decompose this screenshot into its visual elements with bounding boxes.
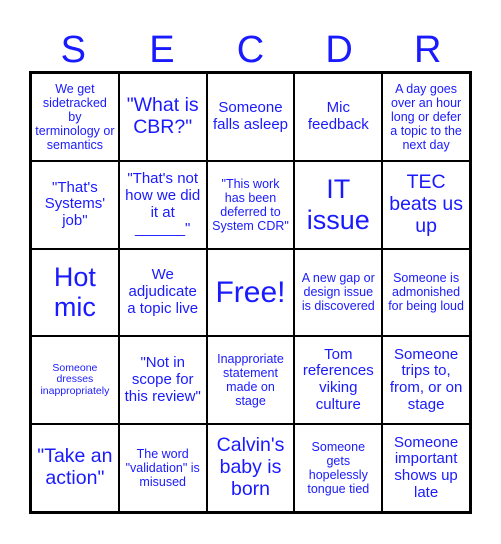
cell-text: Inapproriate statement made on stage [217, 352, 284, 409]
bingo-cell[interactable]: Mic feedback [294, 73, 383, 161]
bingo-cell[interactable]: Someone falls asleep [206, 73, 295, 161]
cell-text: A day goes over an hour long or defer a … [390, 81, 462, 152]
bingo-cell[interactable]: "This work has been deferred to System C… [206, 160, 295, 249]
cell-text: Calvin's baby is born [216, 434, 285, 500]
bingo-cell[interactable]: "That's not how we did it at ______" [118, 160, 207, 249]
cell-text: "This work has been deferred to System C… [212, 176, 289, 233]
cell-text: TEC beats us up [389, 170, 463, 237]
cell-text: "Not in scope for this review" [124, 354, 201, 405]
cell-text: Free! [215, 275, 286, 309]
bingo-header: S E C D R [29, 28, 472, 72]
bingo-cell[interactable]: "What is CBR?" [118, 73, 207, 161]
cell-text: "Take an action" [37, 445, 113, 490]
cell-text: Someone dresses inappropriately [40, 361, 110, 398]
cell-text: We adjudicate a topic live [127, 266, 199, 317]
cell-text: Tom references viking culture [302, 345, 374, 414]
bingo-cell[interactable]: TEC beats us up [382, 160, 470, 249]
bingo-cell[interactable]: A new gap or design issue is discovered [294, 248, 383, 337]
bingo-cell[interactable]: "Take an action" [31, 424, 119, 512]
bingo-cell[interactable]: IT issue [294, 160, 383, 249]
bingo-cell[interactable]: The word "validation" is misused [118, 424, 207, 512]
cell-text: Someone trips to, from, or on stage [389, 345, 463, 414]
cell-text: Someone gets hopelessly tongue tied [307, 440, 370, 497]
cell-text: "That's not how we did it at ______" [125, 170, 201, 238]
bingo-cell[interactable]: A day goes over an hour long or defer a … [382, 73, 470, 161]
bingo-cell[interactable]: Someone important shows up late [382, 424, 470, 512]
cell-text: The word "validation" is misused [125, 447, 200, 490]
header-letter-c: C [236, 29, 265, 71]
bingo-cell[interactable]: Someone trips to, from, or on stage [382, 336, 470, 425]
bingo-cell[interactable]: "That's Systems' job" [31, 160, 119, 249]
bingo-cell[interactable]: Calvin's baby is born [206, 424, 295, 512]
cell-text: "What is CBR?" [126, 94, 199, 138]
header-letter-r: R [413, 29, 442, 71]
header-letter-e: E [149, 29, 175, 71]
bingo-cell[interactable]: Someone dresses inappropriately [31, 336, 119, 425]
bingo-cell[interactable]: Someone is admonished for being loud [382, 248, 470, 337]
cell-text: IT issue [306, 174, 370, 235]
bingo-board: We get sidetracked by terminology or sem… [29, 71, 472, 514]
bingo-cell[interactable]: Tom references viking culture [294, 336, 383, 425]
cell-text: Someone falls asleep [212, 99, 289, 133]
bingo-cell[interactable]: Inapproriate statement made on stage [206, 336, 295, 425]
cell-text: We get sidetracked by terminology or sem… [35, 81, 115, 152]
cell-text: Someone is admonished for being loud [388, 271, 464, 314]
cell-text: Hot mic [53, 262, 96, 323]
bingo-cell[interactable]: Someone gets hopelessly tongue tied [294, 424, 383, 512]
header-letter-s: S [60, 29, 86, 71]
bingo-cell[interactable]: "Not in scope for this review" [118, 336, 207, 425]
cell-text: Someone important shows up late [393, 433, 459, 501]
cell-text: "That's Systems' job" [44, 178, 106, 230]
header-letter-d: D [325, 29, 353, 71]
bingo-cell[interactable]: We get sidetracked by terminology or sem… [31, 73, 119, 161]
cell-text: A new gap or design issue is discovered [301, 271, 375, 314]
bingo-cell[interactable]: We adjudicate a topic live [118, 248, 207, 337]
bingo-cell[interactable]: Hot mic [31, 248, 119, 337]
cell-text: Mic feedback [307, 99, 369, 133]
free-space-cell[interactable]: Free! [206, 248, 295, 337]
